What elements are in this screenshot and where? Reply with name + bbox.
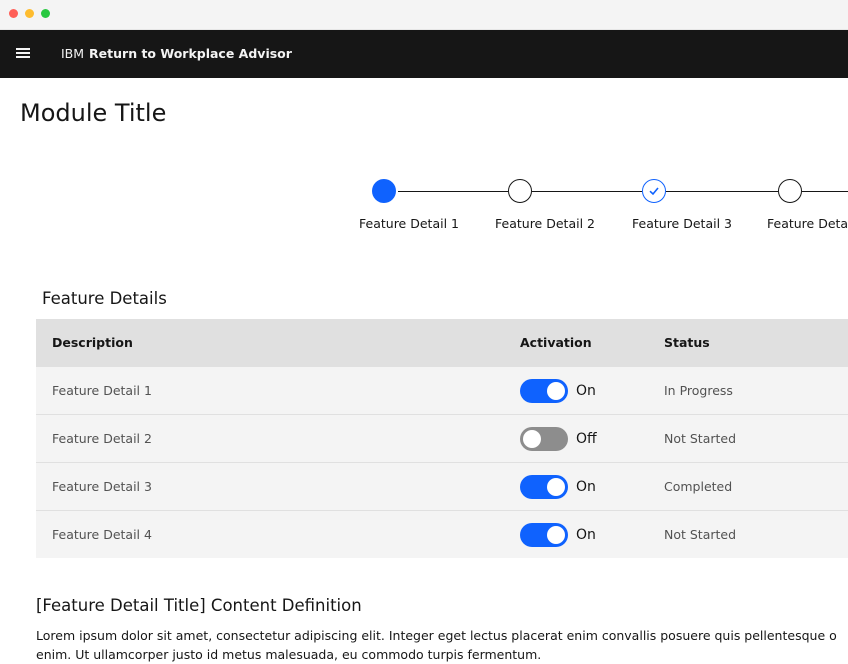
window-titlebar [0,0,848,30]
table-title: Feature Details [42,289,167,308]
brand-prefix: IBM [61,46,85,61]
window-maximize-button[interactable] [41,9,50,18]
progress-connector [802,191,848,192]
activation-toggle[interactable] [520,427,568,451]
toggle-state-label: On [576,383,596,399]
app-brand[interactable]: IBM Return to Workplace Advisor [61,45,292,63]
toggle-knob [547,526,565,544]
progress-connector [666,191,778,192]
step-incomplete-icon[interactable] [778,179,802,203]
row-status: Completed [664,479,733,494]
activation-toggle[interactable] [520,379,568,403]
step-incomplete-icon[interactable] [508,179,532,203]
row-description: Feature Detail 4 [52,527,152,542]
table-header-row: Description Activation Status [36,319,848,367]
row-status: Not Started [664,431,737,446]
progress-indicator: Feature Detail 1 Feature Detail 2 Featur… [0,176,848,236]
step-complete-icon[interactable] [642,179,666,203]
table-row: Feature Detail 1 On In Progress [36,367,848,415]
toggle-state-label: On [576,479,596,495]
column-header-status[interactable]: Status [664,335,710,351]
step-label[interactable]: Feature Detail 1 [344,216,474,232]
hamburger-menu-icon[interactable] [16,48,30,60]
table-row: Feature Detail 3 On Completed [36,463,848,511]
feature-details-table: Description Activation Status Feature De… [36,319,848,558]
toggle-knob [523,430,541,448]
activation-toggle[interactable] [520,523,568,547]
step-label[interactable]: Feature Detail 2 [480,216,610,232]
page-title: Module Title [20,99,167,127]
progress-connector [398,191,508,192]
app-header: IBM Return to Workplace Advisor [0,30,848,78]
window-minimize-button[interactable] [25,9,34,18]
row-description: Feature Detail 2 [52,431,152,446]
toggle-knob [547,382,565,400]
row-description: Feature Detail 3 [52,479,152,494]
table-row: Feature Detail 4 On Not Started [36,511,848,558]
row-status: Not Started [664,527,737,542]
progress-connector [532,191,642,192]
step-label[interactable]: Feature Detail 3 [617,216,747,232]
content-definition-body: Lorem ipsum dolor sit amet, consectetur … [36,628,837,662]
table-row: Feature Detail 2 Off Not Started [36,415,848,463]
column-header-description[interactable]: Description [52,335,133,351]
window-close-button[interactable] [9,9,18,18]
toggle-knob [547,478,565,496]
toggle-state-label: On [576,527,596,543]
content-definition-title: [Feature Detail Title] Content Definitio… [36,596,362,615]
checkmark-icon [649,187,659,196]
column-header-activation[interactable]: Activation [520,335,592,351]
row-status: In Progress [664,383,733,398]
row-description: Feature Detail 1 [52,383,152,398]
step-label[interactable]: Feature Deta [767,216,848,232]
brand-name: Return to Workplace Advisor [89,46,292,61]
toggle-state-label: Off [576,431,597,447]
step-current-icon[interactable] [372,179,396,203]
activation-toggle[interactable] [520,475,568,499]
